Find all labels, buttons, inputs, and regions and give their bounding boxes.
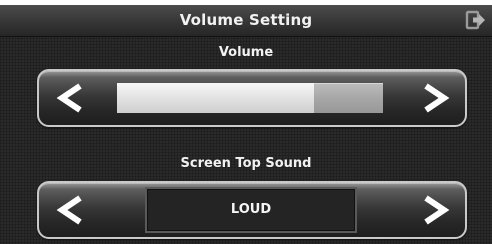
volume-increase-button[interactable]: [405, 71, 465, 125]
right-arrow-icon: [424, 83, 450, 113]
screen-top-sound-label: Screen Top Sound: [180, 156, 312, 171]
volume-slider-fill: [117, 83, 314, 113]
screen-top-sound-value-box: LOUD: [145, 187, 357, 233]
left-arrow-icon: [56, 83, 82, 113]
volume-decrease-button[interactable]: [39, 71, 99, 125]
title-bar: Volume Setting: [0, 5, 492, 37]
left-arrow-icon: [56, 195, 82, 225]
volume-control: [37, 69, 467, 127]
right-arrow-icon: [424, 195, 450, 225]
screen-top-sound-previous-button[interactable]: [39, 183, 99, 237]
exit-arrow-icon: [465, 10, 485, 30]
screen-top-sound-control: LOUD: [37, 181, 467, 239]
volume-setting-screen: Volume Setting Volume Screen Top Sound L…: [0, 5, 492, 244]
screen-top-sound-next-button[interactable]: [405, 183, 465, 237]
page-title: Volume Setting: [179, 11, 313, 29]
screen-top-sound-value: LOUD: [230, 202, 272, 217]
volume-label: Volume: [218, 45, 274, 60]
volume-slider[interactable]: [117, 83, 383, 113]
exit-button[interactable]: [464, 8, 488, 32]
